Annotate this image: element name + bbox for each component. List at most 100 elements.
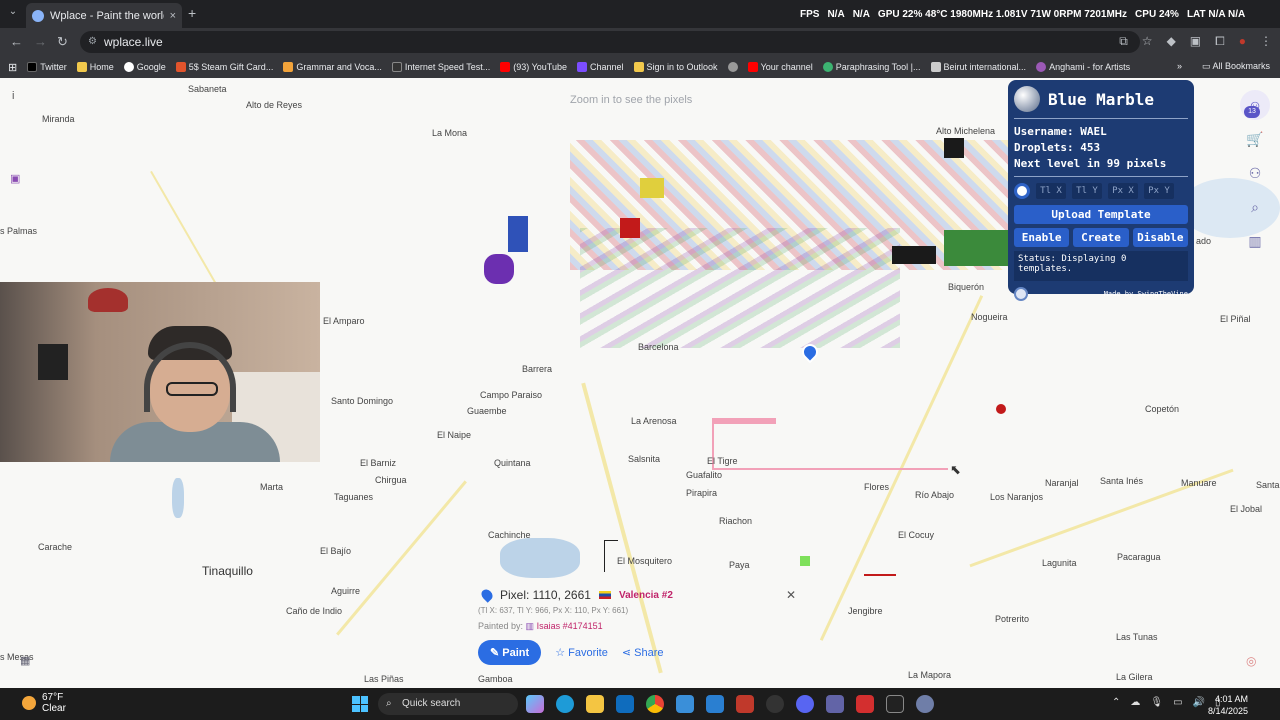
bookmark-item[interactable]: Beirut international... (930, 62, 1026, 72)
town-label: Chirgua (375, 475, 407, 485)
town-label: El Naipe (437, 430, 472, 440)
alliance-people-icon[interactable]: ⚇ (1240, 158, 1270, 188)
clock-time: 4:01 AM (1215, 694, 1249, 704)
discord-icon[interactable] (796, 695, 814, 713)
extension-diamond-icon[interactable]: ◆ (1167, 34, 1176, 49)
photos-icon[interactable] (676, 695, 694, 713)
start-windows-icon[interactable] (352, 696, 368, 712)
url-text: wplace.live (104, 35, 163, 49)
bookmark-item[interactable]: Grammar and Voca... (283, 62, 382, 72)
disable-button[interactable]: Disable (1132, 228, 1188, 247)
bookmark-item[interactable]: Home (76, 62, 114, 72)
favorite-button[interactable]: ☆ Favorite (555, 646, 608, 659)
bookmark-item[interactable] (727, 62, 738, 72)
forward-arrow-icon[interactable]: → (34, 34, 47, 49)
capcut-icon[interactable] (886, 695, 904, 713)
water-body (172, 478, 184, 518)
bookmark-item[interactable]: Internet Speed Test... (391, 62, 490, 72)
grid-toggle-icon[interactable]: ▦ (20, 654, 30, 667)
copilot-icon[interactable] (526, 695, 544, 713)
info-icon[interactable]: i (12, 90, 14, 102)
edge-icon[interactable] (556, 695, 574, 713)
town-label: Alto de Reyes (246, 100, 303, 110)
store-cart-icon[interactable]: 🛒 (1240, 124, 1270, 154)
chat-icon[interactable]: ▣ (10, 172, 20, 185)
share-button[interactable]: ⋖ Share (622, 646, 664, 659)
reload-icon[interactable]: ↻ (57, 34, 68, 50)
painter-username[interactable]: Isaias #4174151 (537, 621, 603, 631)
bookmark-item[interactable]: Twitter (27, 62, 67, 72)
blue-marble-title: Blue Marble (1048, 89, 1154, 109)
profile-avatar-icon[interactable]: ● (1239, 34, 1246, 49)
region-name[interactable]: Valencia #2 (619, 590, 673, 601)
leaderboard-icon[interactable]: ▥ (1240, 226, 1270, 256)
chrome-icon[interactable] (646, 695, 664, 713)
more-bookmarks-chevron-icon[interactable]: » (1177, 61, 1182, 71)
all-bookmarks-button[interactable]: ▭ All Bookmarks (1202, 61, 1270, 72)
recording-app-icon[interactable] (736, 695, 754, 713)
weather-widget[interactable]: 67°F Clear (22, 692, 66, 714)
microphone-icon[interactable]: 🎙 (1150, 697, 1163, 708)
town-label: El Bajío (320, 546, 352, 556)
taskbar-clock[interactable]: 4:01 AM 8/14/2025 (1208, 693, 1248, 717)
taskbar-search[interactable]: ⌕ Quick search (378, 693, 518, 715)
network-icon[interactable]: ▭ (1173, 697, 1182, 708)
site-info-icon[interactable]: ⚙ (88, 31, 97, 53)
github-icon[interactable] (766, 695, 784, 713)
tab-close-icon[interactable]: × (170, 10, 176, 22)
town-label: La Arenosa (631, 416, 677, 426)
bookmark-item[interactable]: (93) YouTube (500, 62, 567, 72)
bookmark-item[interactable]: Your channel (747, 62, 813, 72)
px-x-input[interactable]: Px X (1108, 183, 1138, 199)
chrome-menu-icon[interactable]: ⋮ (1260, 34, 1272, 49)
tl-y-input[interactable]: Tl Y (1072, 183, 1102, 199)
teams-icon[interactable] (826, 695, 844, 713)
install-app-icon[interactable]: ⧉ (1119, 34, 1128, 49)
settings-gear-icon[interactable] (916, 695, 934, 713)
new-tab-button[interactable]: + (188, 5, 196, 21)
px-y-input[interactable]: Px Y (1144, 183, 1174, 199)
extension-badge-icon[interactable]: ▣ (1190, 34, 1201, 49)
town-label: Santa Inés (1100, 476, 1144, 486)
media-app-icon[interactable] (856, 695, 874, 713)
close-card-icon[interactable]: ✕ (786, 588, 796, 602)
tray-chevron-icon[interactable]: ⌃ (1112, 697, 1120, 708)
bookmark-star-icon[interactable]: ☆ (1142, 34, 1153, 49)
town-label: Pacaragua (1117, 552, 1161, 562)
town-label: El Barniz (360, 458, 397, 468)
onedrive-icon[interactable]: ☁ (1130, 697, 1140, 708)
credit-text: Made by SwingTheVine (1103, 290, 1188, 298)
blue-marble-header: Blue Marble (1014, 86, 1188, 112)
tab-wplace[interactable]: Wplace - Paint the world × (26, 3, 182, 28)
extensions-puzzle-icon[interactable]: ⧠ (1215, 34, 1225, 49)
bookmark-item[interactable]: Anghami - for Artists (1036, 62, 1130, 72)
paint-button[interactable]: ✎ Paint (478, 640, 542, 665)
apps-grid-icon[interactable]: ⊞ (8, 61, 17, 74)
share-label: Share (634, 647, 664, 659)
town-label: ado (1196, 236, 1212, 246)
pin-coords-icon[interactable] (1014, 183, 1030, 199)
globe-icon[interactable] (1014, 86, 1040, 112)
tl-x-input[interactable]: Tl X (1036, 183, 1066, 199)
vscode-icon[interactable] (706, 695, 724, 713)
bookmark-item[interactable]: 5$ Steam Gift Card... (175, 62, 273, 72)
create-button[interactable]: Create (1073, 228, 1129, 247)
bookmark-item[interactable]: Channel (576, 62, 624, 72)
outlook-icon[interactable] (616, 695, 634, 713)
osd-fps-label: FPS (800, 9, 820, 20)
tab-search-chevron-icon[interactable]: ⌄ (4, 6, 22, 22)
pixel-info-row: Pixel: 1110, 2661 Valencia #2 (479, 587, 806, 603)
enable-button[interactable]: Enable (1014, 228, 1070, 247)
file-explorer-icon[interactable] (586, 695, 604, 713)
bookmark-item[interactable]: Paraphrasing Tool |... (822, 62, 921, 72)
back-arrow-icon[interactable]: ← (10, 34, 23, 49)
settings-globe-icon[interactable] (1014, 287, 1028, 301)
volume-icon[interactable]: 🔊 (1193, 697, 1205, 708)
url-input[interactable]: ⚙ wplace.live (80, 31, 1140, 53)
search-location-icon[interactable]: ⌕ (1240, 192, 1270, 222)
bookmark-item[interactable]: Sign in to Outlook (633, 62, 718, 72)
bookmark-item[interactable]: Google (123, 62, 166, 72)
explore-map-icon[interactable]: ◎ (1246, 654, 1256, 668)
upload-template-button[interactable]: Upload Template (1014, 205, 1188, 224)
town-label: La Mapora (908, 670, 952, 680)
